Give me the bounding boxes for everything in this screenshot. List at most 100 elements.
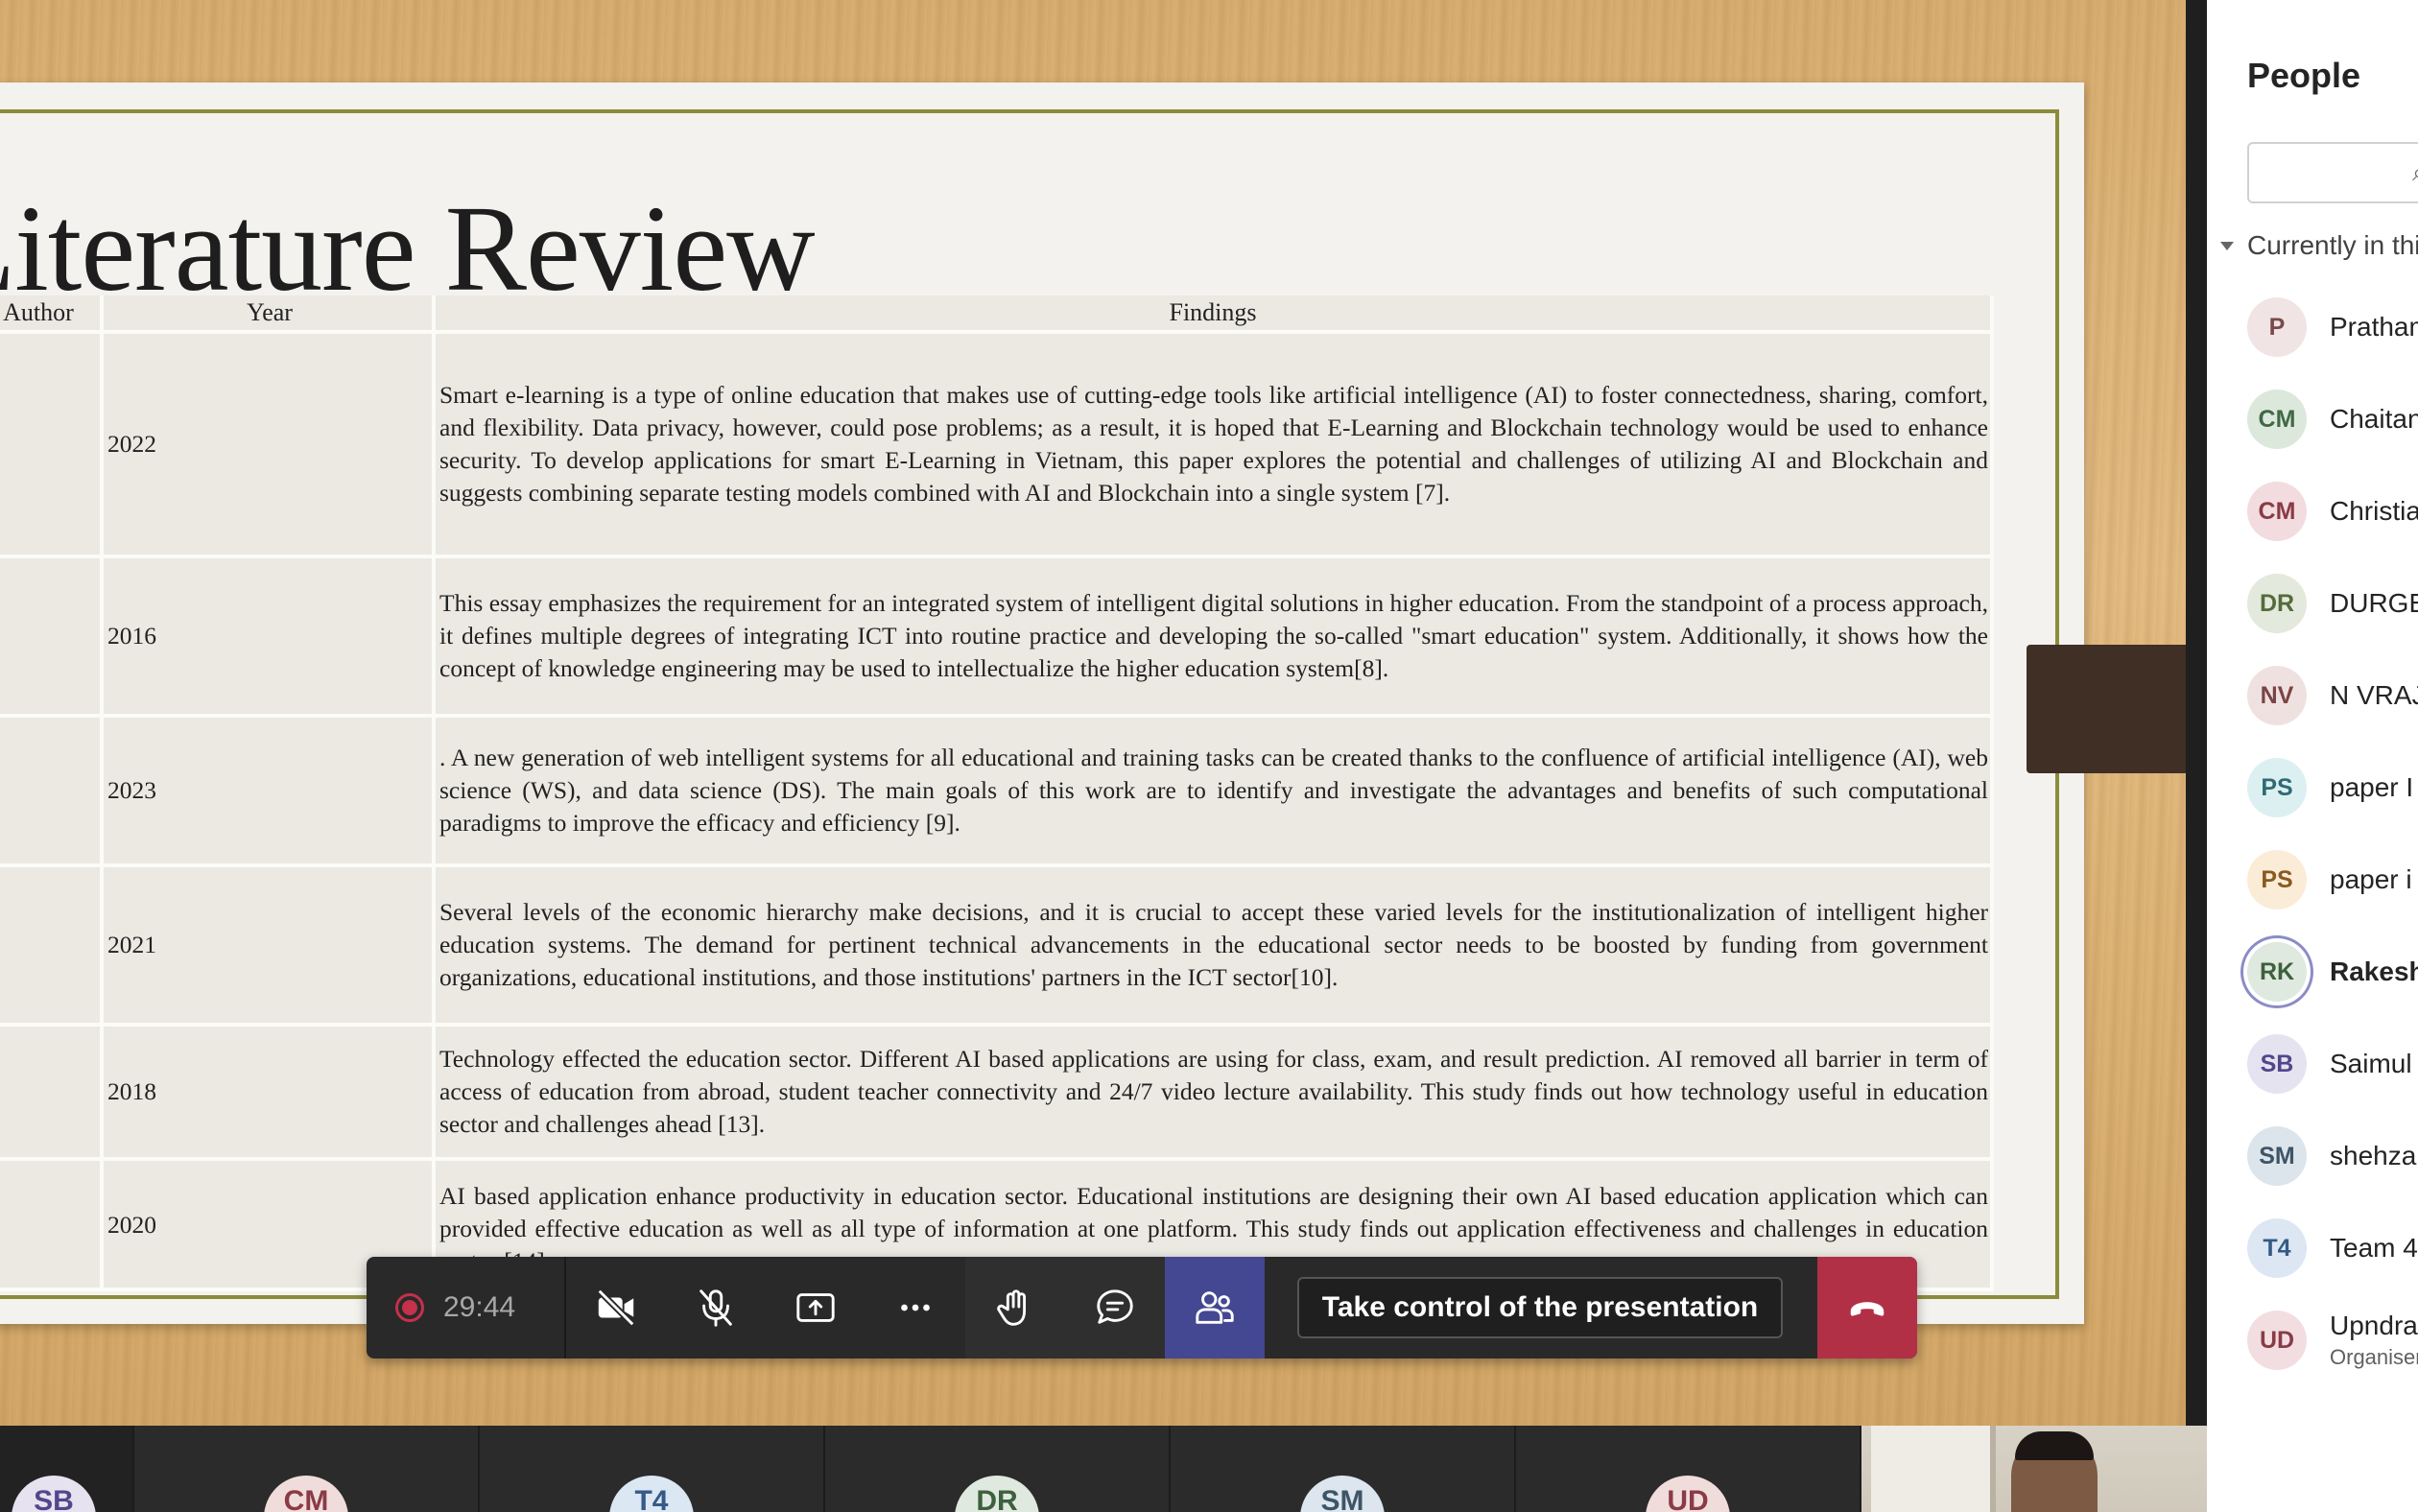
- people-button[interactable]: [1165, 1257, 1265, 1358]
- panel-title: People: [2247, 56, 2361, 95]
- participant-list-item[interactable]: T4 Team 4: [2247, 1215, 2418, 1282]
- presentation-slide: Literature Review Author Year Findings 2…: [0, 83, 2084, 1324]
- table-row: 2018 Technology effected the education s…: [0, 1027, 1994, 1161]
- avatar: SM: [2247, 1126, 2307, 1186]
- participant-list-item[interactable]: SM shehza: [2247, 1122, 2416, 1190]
- participant-tile[interactable]: CM: [134, 1426, 478, 1512]
- participant-list-item[interactable]: P Prathamesh: [2247, 294, 2418, 361]
- shared-presentation-stage: Literature Review Author Year Findings 2…: [0, 0, 2186, 1426]
- search-icon: ⌕: [2412, 157, 2418, 188]
- findings-cell: . A new generation of web intelligent sy…: [436, 718, 1994, 867]
- avatar: CM: [264, 1476, 348, 1512]
- participant-name: Christian: [2330, 496, 2418, 526]
- participant-list-item[interactable]: CM Chaitanya: [2247, 386, 2418, 453]
- participant-video-tile[interactable]: [1861, 1426, 2207, 1512]
- participant-tile[interactable]: T4: [480, 1426, 823, 1512]
- avatar: PS: [2247, 850, 2307, 910]
- raise-hand-button[interactable]: [965, 1257, 1065, 1358]
- participant-tile[interactable]: DR: [825, 1426, 1169, 1512]
- author-cell: [0, 1161, 104, 1291]
- year-cell: 2016: [104, 558, 436, 718]
- participant-tile[interactable]: SB: [0, 1426, 132, 1512]
- findings-cell: Several levels of the economic hierarchy…: [436, 867, 1994, 1027]
- findings-cell: Technology effected the education sector…: [436, 1027, 1994, 1161]
- background-decoration: [2027, 645, 2186, 773]
- avatar: SB: [12, 1476, 96, 1512]
- camera-toggle-button[interactable]: [566, 1257, 666, 1358]
- table-row: 2023 . A new generation of web intellige…: [0, 718, 1994, 867]
- avatar: DR: [2247, 574, 2307, 633]
- avatar: UD: [1646, 1476, 1730, 1512]
- more-options-button[interactable]: [865, 1257, 965, 1358]
- year-cell: 2022: [104, 334, 436, 558]
- author-cell: [0, 867, 104, 1027]
- column-header-year: Year: [104, 295, 436, 334]
- table-row: 2016 This essay emphasizes the requireme…: [0, 558, 1994, 718]
- participant-name: shehza: [2330, 1141, 2417, 1170]
- participant-tile[interactable]: SM: [1171, 1426, 1514, 1512]
- chevron-down-icon: [2220, 241, 2234, 250]
- findings-cell: Smart e-learning is a type of online edu…: [436, 334, 1994, 558]
- meeting-timer: 29:44: [443, 1291, 516, 1323]
- table-header-row: Author Year Findings: [0, 295, 1994, 334]
- participant-role: Organiser: [2330, 1345, 2418, 1369]
- video-background: [1871, 1426, 1996, 1512]
- author-cell: [0, 1027, 104, 1161]
- chat-icon: [1097, 1289, 1133, 1324]
- literature-table: Author Year Findings 2022 Smart e-learni…: [0, 295, 1994, 1291]
- participant-list-item[interactable]: RK Rakesh: [2247, 938, 2418, 1005]
- avatar: SB: [2247, 1034, 2307, 1094]
- avatar: NV: [2247, 666, 2307, 725]
- participant-name: DURGESH: [2330, 588, 2418, 618]
- participant-list-item[interactable]: NV N VRAJ: [2247, 662, 2418, 729]
- author-cell: [0, 718, 104, 867]
- year-cell: 2023: [104, 718, 436, 867]
- column-header-author: Author: [0, 295, 104, 334]
- avatar: T4: [609, 1476, 694, 1512]
- avatar: CM: [2247, 390, 2307, 449]
- participant-video-hair: [2015, 1431, 2094, 1460]
- year-cell: 2018: [104, 1027, 436, 1161]
- participant-name: Rakesh: [2330, 957, 2418, 986]
- participant-name: Chaitanya: [2330, 404, 2418, 434]
- table-row: 2022 Smart e-learning is a type of onlin…: [0, 334, 1994, 558]
- participant-list-item[interactable]: PS paper I: [2247, 754, 2413, 821]
- avatar: RK: [2247, 942, 2307, 1002]
- people-search-input[interactable]: ⌕: [2247, 142, 2418, 203]
- section-label: Currently in this meeting: [2247, 230, 2418, 260]
- people-panel: People ⌕ Currently in this meeting P Pra…: [2207, 0, 2418, 1512]
- avatar: PS: [2247, 758, 2307, 817]
- leave-call-button[interactable]: [1817, 1257, 1917, 1358]
- participant-list-item[interactable]: DR DURGESH: [2247, 570, 2418, 637]
- participant-tile[interactable]: UD: [1516, 1426, 1860, 1512]
- participant-list-item[interactable]: PS paper i: [2247, 846, 2412, 913]
- camera-off-icon: [597, 1288, 635, 1327]
- section-toggle-currently-in-meeting[interactable]: Currently in this meeting: [2220, 230, 2418, 261]
- participant-name: paper I: [2330, 772, 2414, 802]
- participant-name: paper i: [2330, 864, 2412, 894]
- participant-name: Upndra: [2330, 1311, 2418, 1340]
- year-cell: 2021: [104, 867, 436, 1027]
- mic-off-icon: [699, 1289, 732, 1327]
- participant-list-item[interactable]: SB Saimul: [2247, 1030, 2412, 1098]
- table-row: 2021 Several levels of the economic hier…: [0, 867, 1994, 1027]
- participant-text: Upndra Organiser: [2307, 1311, 2418, 1370]
- more-icon: [901, 1304, 930, 1311]
- avatar: SM: [1300, 1476, 1385, 1512]
- share-button[interactable]: [766, 1257, 865, 1358]
- participant-list-item[interactable]: CM Christian: [2247, 478, 2418, 545]
- participant-name: Saimul: [2330, 1049, 2412, 1078]
- author-cell: [0, 558, 104, 718]
- column-header-findings: Findings: [436, 295, 1994, 334]
- mic-toggle-button[interactable]: [666, 1257, 766, 1358]
- participant-list-item[interactable]: UD Upndra Organiser: [2247, 1307, 2418, 1374]
- chat-button[interactable]: [1065, 1257, 1165, 1358]
- record-icon: [395, 1293, 424, 1322]
- avatar: CM: [2247, 482, 2307, 541]
- raise-hand-icon: [997, 1289, 1027, 1326]
- take-control-button[interactable]: Take control of the presentation: [1297, 1277, 1783, 1338]
- avatar: DR: [955, 1476, 1039, 1512]
- recording-indicator: 29:44: [367, 1257, 566, 1358]
- avatar: T4: [2247, 1218, 2307, 1278]
- share-icon: [796, 1293, 835, 1322]
